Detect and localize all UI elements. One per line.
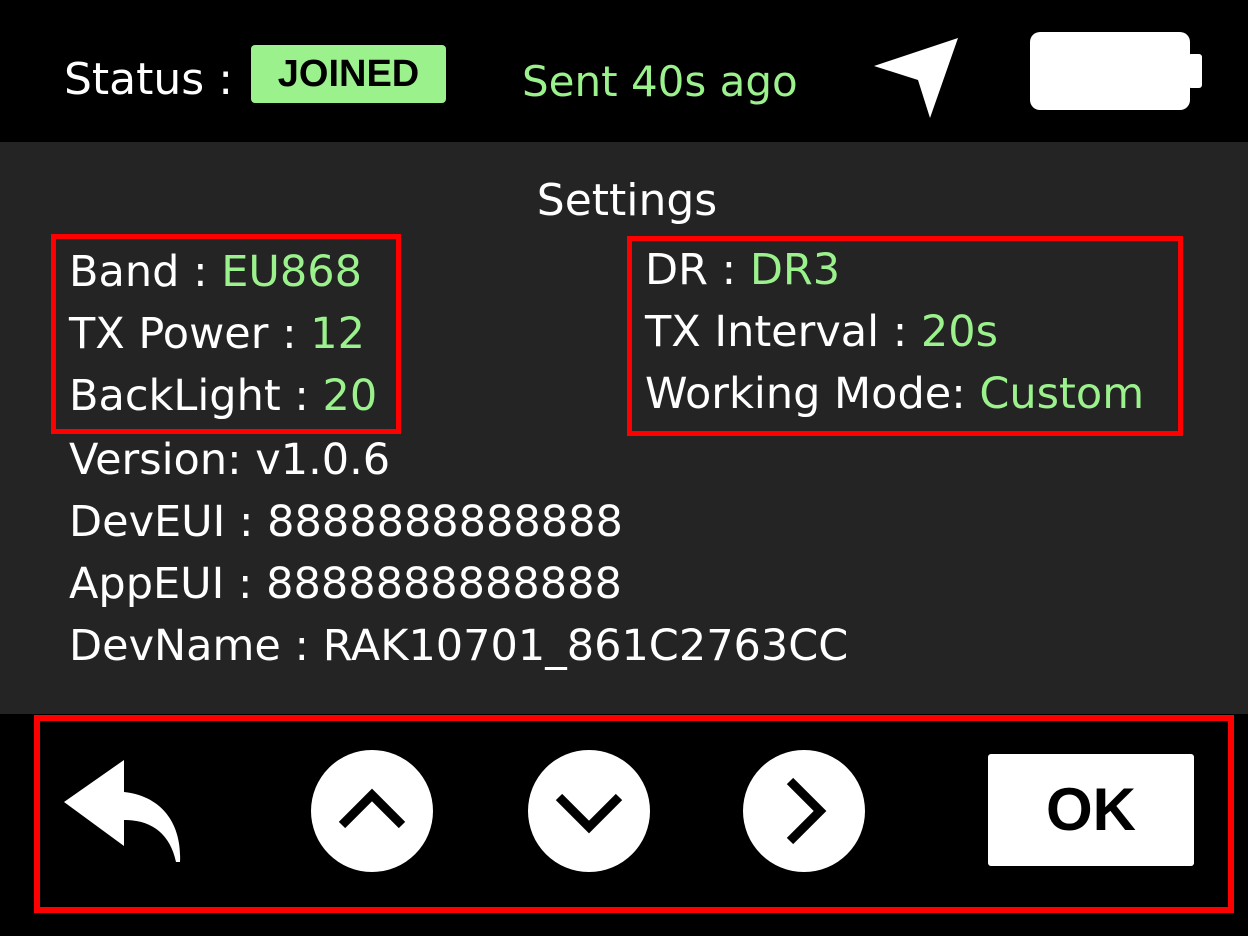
status-badge: JOINED (251, 45, 446, 103)
appeui-line: AppEUI : 8888888888888 (69, 559, 622, 609)
page-title: Settings (536, 175, 718, 226)
deveui-line: DevEUI : 8888888888888 (69, 497, 623, 547)
devname-line: DevName : RAK10701_861C2763CC (69, 621, 849, 671)
right-settings-highlight (627, 236, 1183, 436)
left-settings-highlight (51, 234, 401, 434)
status-label: Status : (64, 54, 234, 105)
controls-highlight (34, 715, 1234, 913)
battery-icon (1030, 32, 1202, 110)
navigation-arrow-icon (874, 38, 958, 118)
version-line: Version: v1.0.6 (69, 435, 391, 485)
last-sent-text: Sent 40s ago (522, 57, 798, 106)
